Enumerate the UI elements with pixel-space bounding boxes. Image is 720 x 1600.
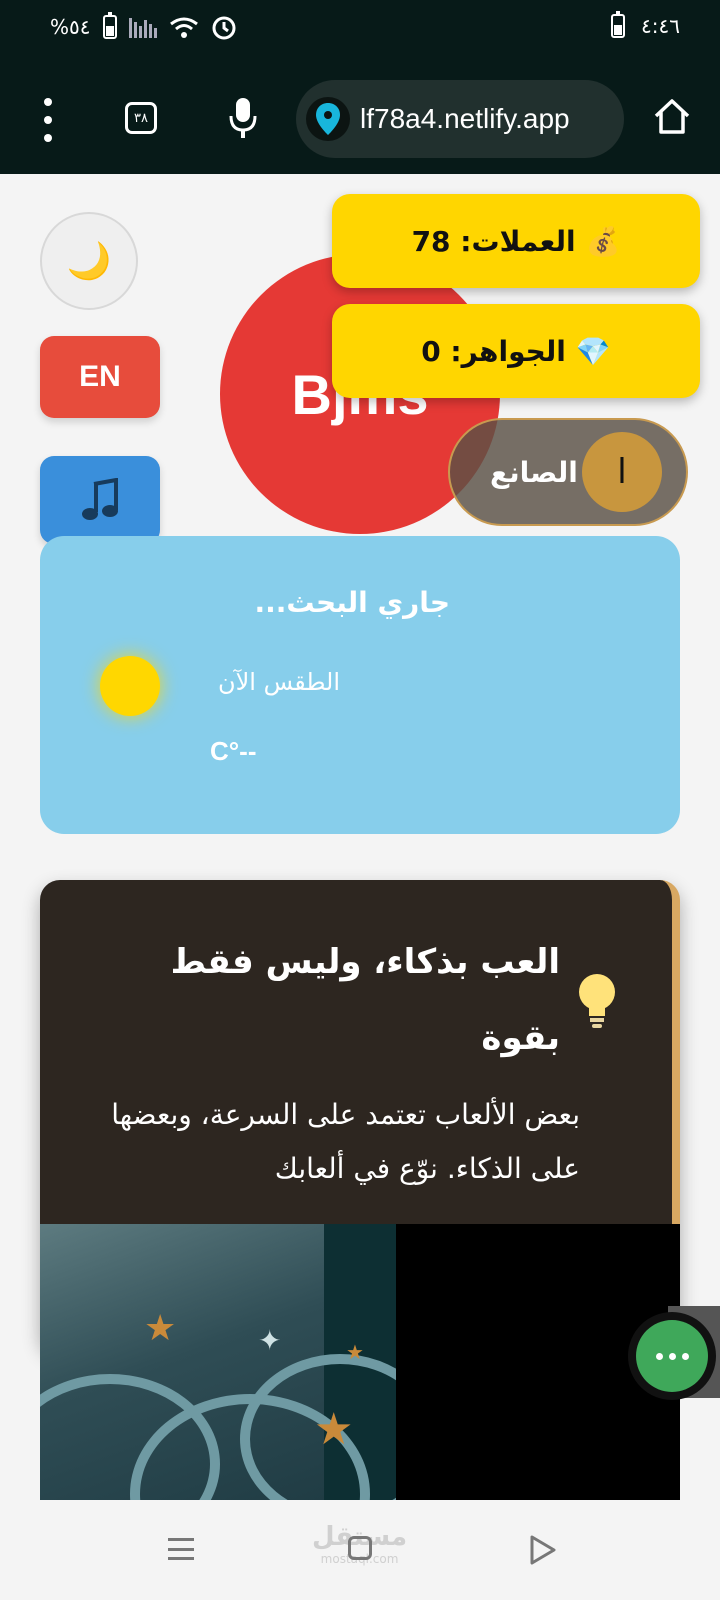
gem-icon: 💎 [575,334,611,368]
microphone-icon[interactable] [228,96,258,140]
tip-title: العب بذكاء، وليس فقط بقوة [170,942,560,1058]
clock: ٤:٤٦ [641,14,680,38]
coins-counter: 💰 العملات: 78 [332,194,700,288]
avatar: ا [582,432,662,512]
weather-title: جاري البحث... [254,586,451,619]
maker-label: الصانع [490,455,578,489]
recent-apps-button[interactable] [168,1538,194,1560]
ad-banner[interactable]: ★ ★ ★ ✦ [40,1224,680,1500]
avatar-letter: ا [617,452,627,492]
browser-toolbar: ٣٨ lf78a4.netlify.app [0,66,720,174]
weather-card: جاري البحث... الطقس الآن C°-- [40,536,680,834]
battery-small-icon [611,11,626,38]
theme-toggle-button[interactable]: 🌙 [40,212,138,310]
status-bar: %٥٤ ٤:٤٦ [0,0,720,66]
tabs-count-button[interactable]: ٣٨ [125,102,157,134]
weather-temperature: C°-- [210,736,257,766]
signal-icon [128,16,157,38]
web-page: 🌙 EN Bjms 💰 العملات: 78 💎 الجواهر: 0 الص… [0,174,720,1500]
lightbulb-icon [579,974,615,1028]
home-icon[interactable] [652,96,692,136]
more-dots-icon [655,1352,663,1360]
system-nav-bar: مستقل mostaql.com [0,1500,720,1600]
music-note-icon [82,478,118,520]
status-right: ٤:٤٦ [611,11,680,38]
gems-counter: 💎 الجواهر: 0 [332,304,700,398]
sun-icon [100,656,160,716]
location-pin-icon [306,97,350,141]
battery-icon [102,12,117,39]
alarm-icon [212,16,235,40]
moon-icon: 🌙 [66,241,112,282]
url-text: lf78a4.netlify.app [360,103,570,134]
more-options-button[interactable] [636,1320,708,1392]
coins-label: العملات: 78 [411,224,576,258]
tabs-count: ٣٨ [134,110,148,126]
status-left: %٥٤ [50,12,237,40]
tip-body: بعض الألعاب تعتمد على السرعة، وبعضها على… [111,1098,580,1185]
music-button[interactable] [40,456,160,544]
battery-percent: %٥٤ [50,15,91,39]
wifi-icon [169,17,198,38]
money-bag-icon: 💰 [585,224,621,258]
ad-image: ★ ★ ★ ✦ [40,1224,396,1500]
back-button[interactable] [528,1534,558,1566]
home-button[interactable] [348,1536,372,1560]
browser-menu-icon[interactable] [38,98,58,142]
gems-label: الجواهر: 0 [421,334,566,368]
language-button[interactable]: EN [40,336,160,418]
maker-badge[interactable]: الصانع ا [448,418,688,526]
address-bar[interactable]: lf78a4.netlify.app [296,80,624,158]
weather-subtitle: الطقس الآن [217,668,340,696]
